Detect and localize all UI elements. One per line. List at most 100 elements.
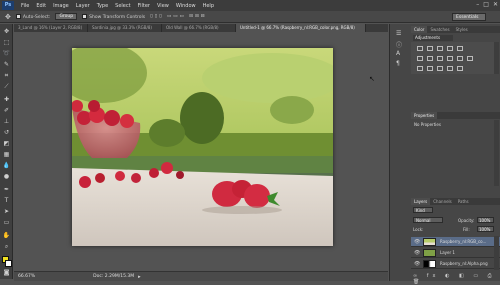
photo-filter-icon[interactable] [447, 56, 453, 61]
curves-icon[interactable] [437, 46, 443, 51]
visibility-eye-icon[interactable]: 👁 [414, 239, 420, 245]
auto-select-checkbox[interactable]: Auto-Select: [15, 13, 50, 20]
menu-edit[interactable]: Edit [36, 3, 46, 9]
tab-properties[interactable]: Properties [411, 112, 438, 119]
fill-input[interactable]: 100% [477, 226, 494, 232]
layer-actions-icons[interactable]: ∞ fx ◐ ◧ ▭ ⎙ 🗑 [413, 273, 500, 285]
maximize-button[interactable]: □ [483, 1, 489, 8]
hue-saturation-icon[interactable] [417, 56, 423, 61]
adjustments-scrollbar[interactable] [494, 42, 499, 74]
layer-name: Raspberry_nl:RGB_co... [440, 239, 487, 244]
menu-select[interactable]: Select [115, 3, 130, 9]
opacity-input[interactable]: 100% [477, 217, 494, 223]
layer-row-layer-1[interactable]: 👁 Layer 1 [411, 248, 500, 258]
brush-tool-icon[interactable]: ✐ [2, 107, 11, 115]
document-tabs: 3_Land @ 16% (Layer 2, RGB/8) Sardinia.j… [14, 24, 388, 32]
crop-tool-icon[interactable]: ⌗ [2, 72, 11, 80]
marquee-tool-icon[interactable]: ⬚ [2, 39, 11, 47]
invert-icon[interactable] [417, 66, 423, 71]
dodge-tool-icon[interactable]: ● [2, 173, 11, 181]
tab-channels[interactable]: Channels [430, 198, 455, 205]
blur-tool-icon[interactable]: 💧 [2, 162, 11, 170]
menu-filter[interactable]: Filter [138, 3, 150, 9]
gradient-map-icon[interactable] [447, 66, 453, 71]
levels-icon[interactable] [427, 46, 433, 51]
menu-help[interactable]: Help [203, 3, 214, 9]
selective-color-icon[interactable] [457, 66, 463, 71]
show-transform-checkbox[interactable]: Show Transform Controls [82, 13, 145, 20]
tab-layers[interactable]: Layers [411, 198, 431, 205]
blend-mode-select[interactable]: Normal [413, 217, 443, 223]
pen-tool-icon[interactable]: ✒ [2, 186, 11, 194]
layers-scrollbar[interactable] [494, 236, 499, 270]
history-icon[interactable]: ☰ [396, 30, 401, 37]
tab-untitled-1[interactable]: Untitled-1 @ 66.7% (Raspberry_nl:RGB_col… [236, 24, 366, 32]
color-balance-icon[interactable] [427, 56, 433, 61]
layer-row-alpha[interactable]: 👁 Raspberry_nl:Alpha.png [411, 259, 500, 269]
menu-layer[interactable]: Layer [76, 3, 90, 9]
tab-sardinia[interactable]: Sardinia.jpg @ 33.3% (RGB/8) [88, 24, 162, 32]
color-lookup-icon[interactable] [467, 56, 473, 61]
posterize-icon[interactable] [427, 66, 433, 71]
character-icon[interactable]: A [396, 50, 400, 57]
shape-tool-icon[interactable]: ▭ [2, 219, 11, 227]
tab-swatches[interactable]: Swatches [427, 26, 452, 33]
lasso-tool-icon[interactable]: ➰ [2, 50, 11, 58]
zoom-level[interactable]: 66.67% [18, 274, 35, 279]
tab-old-wall[interactable]: Old Wall @ 66.7% (RGB/8) [162, 24, 236, 32]
gradient-tool-icon[interactable]: ▦ [2, 151, 11, 159]
fill-label: Fill: [463, 227, 470, 232]
quick-mask-icon[interactable]: ◙ [2, 270, 11, 276]
zoom-tool-icon[interactable]: ⌕ [2, 243, 11, 251]
history-brush-tool-icon[interactable]: ↺ [2, 129, 11, 137]
properties-tabs: Properties [411, 112, 500, 119]
opacity-label: Opacity: [458, 218, 475, 223]
type-tool-icon[interactable]: T [2, 197, 11, 205]
move-tool-icon[interactable]: ✥ [5, 13, 11, 21]
path-select-tool-icon[interactable]: ➤ [2, 208, 11, 216]
menu-window[interactable]: Window [176, 3, 196, 9]
workspace-select[interactable]: Essentials [452, 13, 486, 21]
quick-select-tool-icon[interactable]: ✎ [2, 61, 11, 69]
layer-row-raspberry[interactable]: 👁 Raspberry_nl:RGB_co... [411, 237, 500, 247]
menu-view[interactable]: View [157, 3, 169, 9]
tab-styles[interactable]: Styles [453, 26, 471, 33]
brightness-icon[interactable] [417, 46, 423, 51]
hand-tool-icon[interactable]: ✋ [2, 232, 11, 240]
paragraph-icon[interactable]: ¶ [396, 60, 400, 67]
document-canvas[interactable] [72, 48, 333, 246]
layer-filter-kind[interactable]: Kind [413, 207, 433, 213]
visibility-eye-icon[interactable]: 👁 [414, 250, 420, 256]
stamp-tool-icon[interactable]: ⊥ [2, 118, 11, 126]
info-icon[interactable]: ⓘ [396, 40, 402, 49]
menu-file[interactable]: File [21, 3, 29, 9]
channel-mixer-icon[interactable] [457, 56, 463, 61]
exposure-icon[interactable] [447, 46, 453, 51]
menu-type[interactable]: Type [97, 3, 108, 9]
eyedropper-tool-icon[interactable]: ⟋ [2, 83, 11, 91]
visibility-eye-icon[interactable]: 👁 [414, 261, 420, 267]
options-bar: ✥ Auto-Select: Group Show Transform Cont… [0, 11, 500, 23]
tab-3-land[interactable]: 3_Land @ 16% (Layer 2, RGB/8) [14, 24, 88, 32]
status-arrow-icon[interactable]: ▸ [138, 274, 141, 280]
menu-image[interactable]: Image [53, 3, 69, 9]
minimize-button[interactable]: – [476, 1, 479, 8]
move-tool-icon[interactable]: ✥ [2, 28, 11, 36]
eraser-tool-icon[interactable]: ◩ [2, 140, 11, 148]
layer-name: Raspberry_nl:Alpha.png [440, 261, 488, 266]
bw-icon[interactable] [437, 56, 443, 61]
status-bar: 66.67% Doc: 2.29M/15.3M ▸ [14, 271, 388, 281]
group-select[interactable]: Group [55, 13, 78, 20]
tab-color[interactable]: Color [411, 26, 428, 33]
close-button[interactable]: ✕ [493, 1, 498, 8]
window-controls: – □ ✕ [476, 1, 498, 8]
background-color-swatch[interactable] [5, 260, 12, 267]
raspberry-photo [72, 48, 333, 246]
threshold-icon[interactable] [437, 66, 443, 71]
healing-tool-icon[interactable]: ✚ [2, 96, 11, 104]
align-icons[interactable]: ▯▯▯ ▭▭▭ ⊟⊟⊟ [150, 14, 206, 19]
adjustments-tab[interactable]: Adjustments [413, 35, 453, 41]
vibrance-icon[interactable] [457, 46, 463, 51]
properties-scrollbar[interactable] [494, 120, 499, 186]
tab-paths[interactable]: Paths [455, 198, 472, 205]
